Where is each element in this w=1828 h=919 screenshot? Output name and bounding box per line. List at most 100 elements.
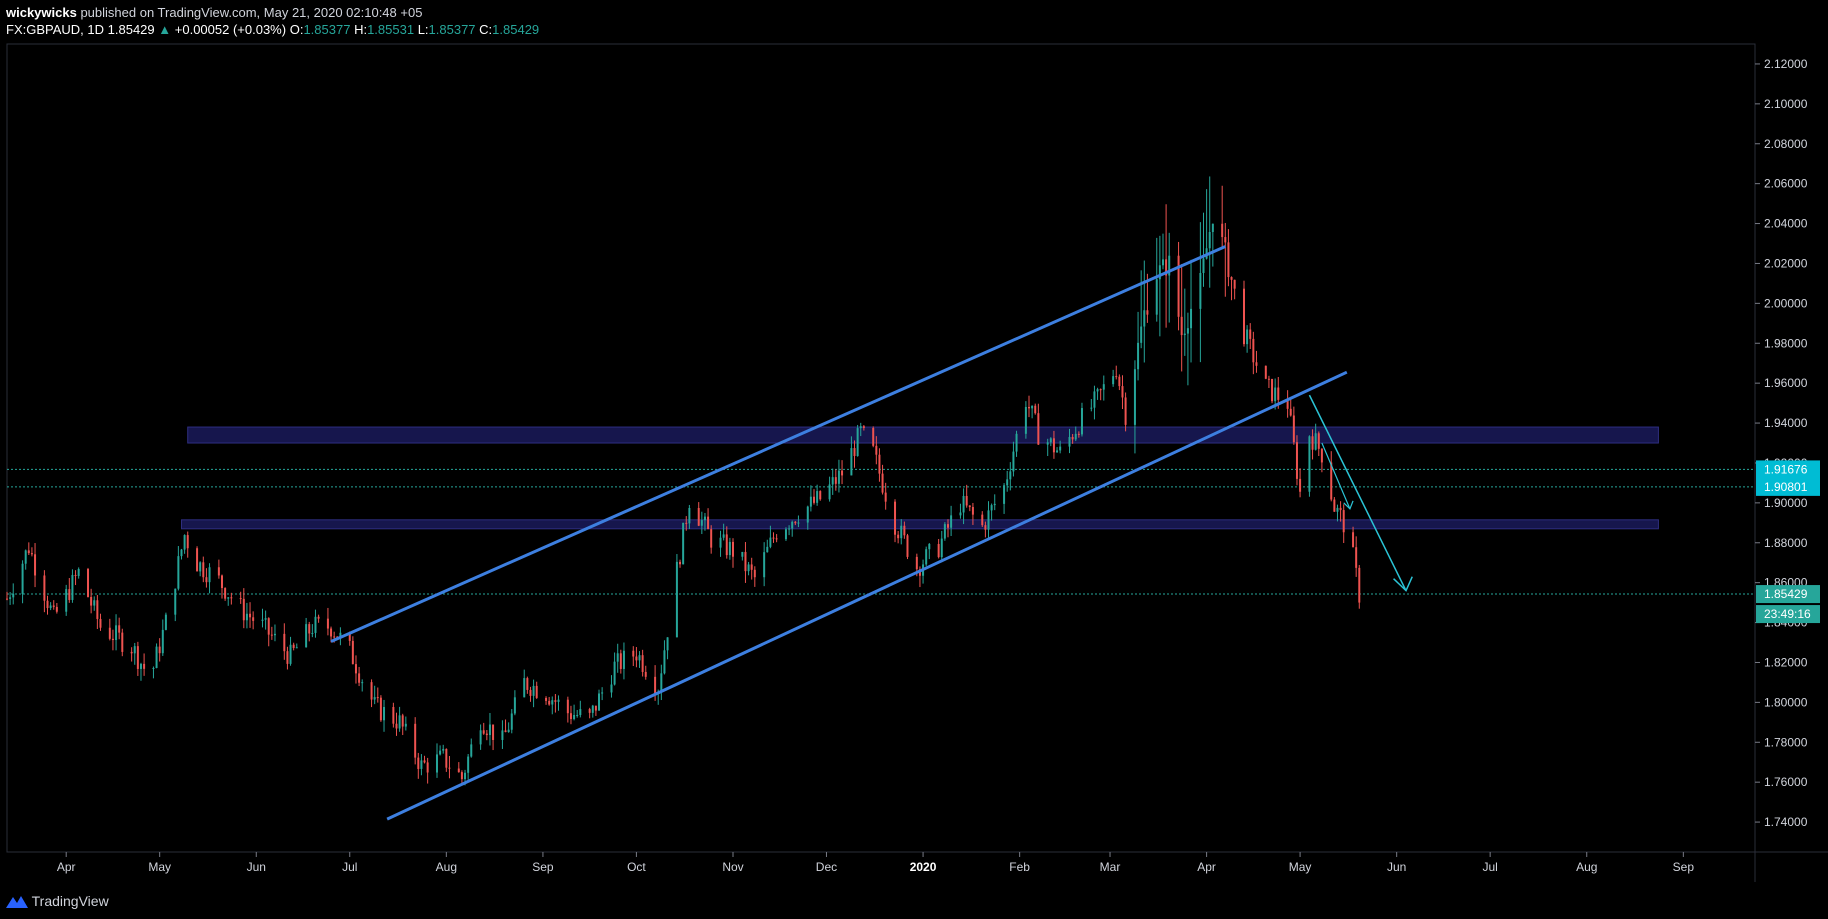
candle-body (457, 768, 460, 773)
candle-body (414, 723, 417, 758)
candle-body (1255, 362, 1258, 366)
candle-body (311, 632, 314, 634)
candle-body (638, 655, 641, 661)
candle-body (1311, 436, 1314, 450)
candle-body (682, 522, 685, 565)
candle-body (772, 537, 775, 539)
candle-body (205, 577, 208, 583)
candle-body (850, 448, 853, 476)
candle-body (6, 598, 8, 600)
candle-body (1211, 223, 1214, 233)
candle-body (65, 589, 68, 612)
candle-body (183, 535, 186, 550)
candle-body (816, 491, 819, 503)
candle-body (1015, 433, 1018, 452)
candle-body (1224, 237, 1227, 243)
candle-body (775, 538, 778, 540)
candle-body (598, 693, 601, 711)
price-tick-label: 2.10000 (1764, 97, 1808, 111)
candle-body (675, 561, 678, 638)
candle-body (93, 600, 96, 606)
projection-arrow-line (1308, 394, 1407, 591)
candle-body (1056, 450, 1059, 453)
price-chart[interactable]: 1.740001.760001.780001.800001.820001.840… (0, 0, 1828, 888)
candle-body (1180, 316, 1183, 336)
candle-body (12, 593, 15, 598)
candle-body (1161, 259, 1164, 266)
resistance-zone (187, 426, 1659, 444)
candle-body (635, 656, 638, 661)
time-tick-label: Mar (1100, 860, 1121, 874)
candle-body (962, 495, 965, 513)
candle-body (1355, 547, 1358, 568)
candle-body (1242, 288, 1245, 345)
candle-body (1190, 308, 1193, 329)
candle-body (504, 730, 507, 733)
candle-body (289, 644, 292, 664)
candle-body (906, 535, 909, 557)
candle-body (460, 772, 463, 780)
candle-body (788, 528, 791, 530)
candle-body (728, 541, 731, 556)
candle-body (239, 598, 242, 600)
candle-body (264, 618, 267, 620)
time-tick-label: Jul (342, 860, 357, 874)
candle-body (1339, 507, 1342, 511)
candle-body (379, 697, 382, 721)
candle-body (479, 730, 482, 745)
candle-body (859, 426, 862, 429)
candle-body (1124, 397, 1127, 425)
candle-body (588, 709, 591, 713)
candle-body (208, 567, 211, 583)
candle-body (115, 625, 118, 641)
candle-body (227, 597, 230, 599)
candle-body (940, 538, 943, 558)
candle-body (794, 521, 797, 524)
candle-body (420, 760, 423, 769)
candle-body (1252, 338, 1255, 363)
candle-body (1099, 389, 1102, 391)
chart-pane-border (6, 43, 1756, 853)
candle-body (354, 664, 357, 674)
candle-body (317, 616, 320, 619)
time-axis[interactable]: Apr May Jun Jul Aug Sep Oct Nov Dec 2020 Feb Mar Apr… (57, 852, 1694, 874)
candle-body (130, 651, 133, 654)
candle-body (1080, 408, 1083, 435)
candle-body (1246, 329, 1249, 345)
candle-body (744, 551, 747, 572)
candle-body (242, 598, 245, 621)
tradingview-logo[interactable]: TradingView (6, 893, 109, 909)
candle-body (968, 505, 971, 508)
candle-body (856, 428, 859, 457)
tradingview-logo-icon (6, 896, 28, 908)
candle-body (884, 492, 887, 502)
candle-body (90, 596, 93, 606)
candle-body (937, 543, 940, 558)
candle-body (370, 682, 373, 700)
candle-body (295, 647, 298, 649)
last-price-badge: 1.85429 (1764, 587, 1808, 601)
candle-body (111, 638, 114, 641)
candle-body (139, 663, 142, 669)
level-badge-2: 1.90801 (1764, 480, 1808, 494)
candle-body (68, 589, 71, 600)
candle-body (573, 715, 576, 720)
time-tick-label: Aug (1576, 860, 1597, 874)
candle-body (741, 551, 744, 557)
price-tick-label: 1.96000 (1764, 376, 1808, 390)
candle-body (828, 484, 831, 500)
candle-body (784, 529, 787, 540)
candle-body (1071, 436, 1074, 440)
price-tick-label: 1.76000 (1764, 775, 1808, 789)
candle-body (305, 624, 308, 648)
candle-body (488, 724, 491, 736)
candle-body (34, 554, 37, 576)
candle-body (959, 512, 962, 516)
price-axis[interactable]: 1.740001.760001.780001.800001.820001.840… (1755, 57, 1808, 829)
candle-body (831, 477, 834, 485)
time-tick-label: Nov (722, 860, 743, 874)
candle-body (1199, 272, 1202, 309)
candle-body (641, 655, 644, 672)
candle-body (710, 529, 713, 548)
candle-body (71, 574, 74, 600)
